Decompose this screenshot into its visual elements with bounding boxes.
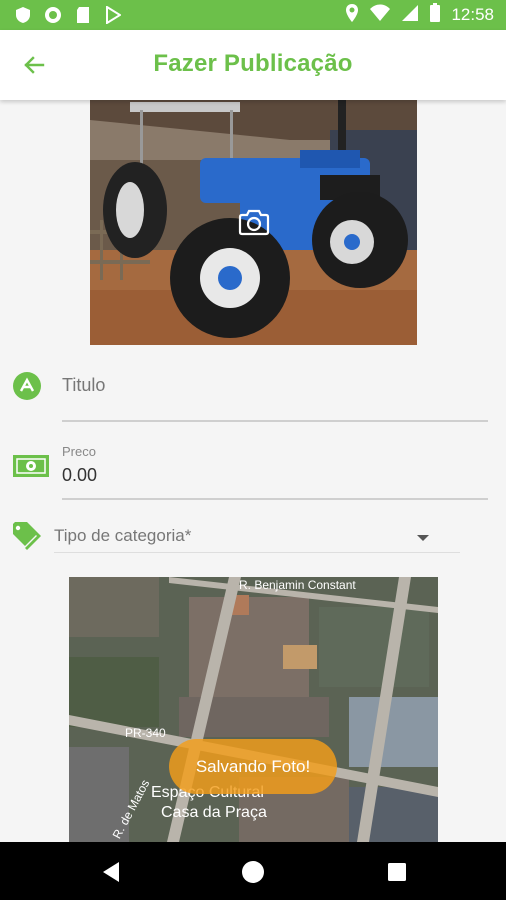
status-bar: 12:58: [0, 0, 506, 30]
location-map[interactable]: R. Benjamin Constant PR-340 Espaço Cultu…: [69, 577, 438, 842]
status-left-icons: [14, 6, 122, 24]
signal-icon: [401, 4, 419, 27]
title-input[interactable]: Titulo: [62, 375, 105, 396]
circle-icon: [44, 6, 62, 24]
category-underline: [54, 552, 460, 553]
price-input[interactable]: 0.00: [62, 465, 97, 486]
map-label-pr340: PR-340: [125, 726, 166, 740]
recents-square-icon: [388, 863, 406, 881]
price-underline: [62, 498, 488, 500]
tractor-photo[interactable]: [90, 100, 417, 345]
money-icon: [12, 454, 50, 483]
chevron-down-icon[interactable]: [416, 530, 430, 548]
title-icon: [12, 371, 42, 406]
sd-card-icon: [74, 6, 92, 24]
nav-back-button[interactable]: [99, 859, 125, 885]
status-time: 12:58: [451, 5, 494, 24]
status-right-icons: 12:58: [345, 2, 494, 28]
play-store-icon: [104, 6, 122, 24]
satellite-map: R. Benjamin Constant PR-340 Espaço Cultu…: [69, 577, 438, 842]
battery-icon: [429, 2, 441, 28]
wifi-icon: [369, 4, 391, 27]
saving-toast: Salvando Foto!: [169, 739, 337, 794]
app-bar: Fazer Publicação: [0, 30, 506, 100]
page-title: Fazer Publicação: [153, 50, 353, 77]
camera-icon: [238, 209, 270, 236]
home-circle-icon: [242, 861, 264, 883]
category-select[interactable]: Tipo de categoria*: [54, 526, 191, 546]
map-label-casa: Casa da Praça: [161, 804, 267, 821]
nav-bar: [0, 842, 506, 900]
price-label: Preco: [62, 444, 96, 459]
location-icon: [345, 3, 359, 28]
map-label-benjamin: R. Benjamin Constant: [239, 578, 356, 592]
shield-icon: [14, 6, 32, 24]
nav-recents-button[interactable]: [384, 859, 410, 885]
title-underline: [62, 420, 488, 422]
nav-home-button[interactable]: [240, 859, 266, 885]
camera-button[interactable]: [238, 208, 270, 236]
back-triangle-icon: [103, 862, 119, 882]
tag-icon: [11, 520, 51, 557]
